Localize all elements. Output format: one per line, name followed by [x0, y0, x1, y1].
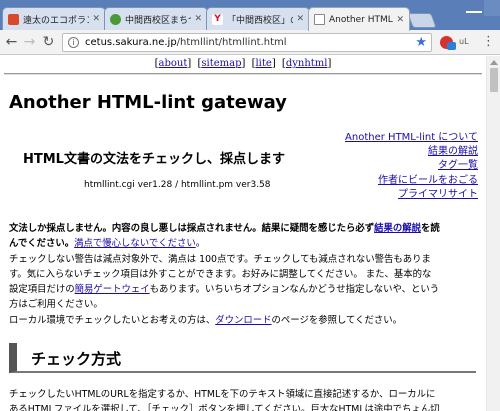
intro-text: す。気に入らないチェック項目は外すことができます。お好みに調整してください。 ま…: [9, 268, 432, 280]
link-primary-site[interactable]: プライマリサイト: [345, 188, 478, 202]
link-buy-beer[interactable]: 作者にビールをおごる: [345, 174, 478, 188]
extension-badge: [447, 42, 456, 50]
menu-icon[interactable]: ⋮: [482, 35, 495, 49]
site-favicon-icon: [8, 13, 19, 25]
bookmark-star-icon[interactable]: ★: [415, 34, 427, 51]
browser-tabstrip: 遠太のエコポランテ ✕ 中間西校区まちづ ✕ Y 「中間西校区」の検 ✕ Ano…: [0, 0, 500, 31]
url-host: cetus.sakura.ne.jp: [85, 37, 177, 48]
url-text[interactable]: cetus.sakura.ne.jp/htmllint/htmllint.htm…: [85, 36, 287, 50]
browser-tab[interactable]: 遠太のエコポランテ ✕: [2, 7, 106, 30]
url-path: /htmllint/htmllint.html: [176, 37, 287, 48]
extension-ul-icon[interactable]: uL: [459, 37, 469, 46]
tab-title: 中間西校区まちづ: [125, 15, 192, 26]
reload-icon[interactable]: ↻: [41, 35, 56, 50]
browser-tab-active[interactable]: Another HTML- ✕: [308, 7, 410, 31]
intro-text: 方はご利用ください。: [9, 299, 103, 311]
link-tag-list[interactable]: タグ一覧: [345, 159, 478, 173]
minimize-icon[interactable]: [466, 3, 482, 13]
tab-title: 「中間西校区」の検: [227, 15, 293, 26]
close-icon[interactable]: ✕: [396, 15, 404, 25]
intro-bold: んでください。: [9, 238, 75, 250]
new-tab-button[interactable]: [407, 13, 437, 28]
tab-title: Another HTML-: [329, 14, 394, 25]
nav-link-sitemap[interactable]: sitemap: [201, 58, 241, 69]
top-navigation: [about] [sitemap] [lite] [dynhtml]: [154, 58, 332, 69]
close-icon[interactable]: ✕: [92, 14, 100, 24]
divider: [4, 73, 482, 75]
forward-arrow-icon[interactable]: →: [22, 35, 37, 50]
vertical-scrollbar[interactable]: [486, 56, 500, 411]
back-arrow-icon[interactable]: ←: [4, 35, 19, 50]
scroll-up-arrow-icon[interactable]: [490, 60, 498, 65]
link-simple-gateway[interactable]: 簡易ゲートウェイ: [75, 284, 150, 295]
intro-bold: 文法しか採点しません。内容の良し悪しは採点されません。結果に疑問を感じたら必ず: [9, 223, 375, 234]
extension-icon[interactable]: [440, 36, 456, 50]
link-no-complacency[interactable]: 満点で慢心しないでください: [74, 238, 196, 249]
window-control-icon[interactable]: [484, 0, 500, 16]
nav-link-dynhtml[interactable]: dynhtml: [286, 58, 328, 69]
version-text: htmllint.cgi ver1.28 / htmllint.pm ver3.…: [84, 180, 271, 190]
body-text: あるHTMLファイルを選択して、［チェック］ボタンを押してください。巨大なHTM…: [9, 404, 440, 411]
catch-phrase: HTML文書の文法をチェックし、採点します: [23, 152, 285, 167]
section-heading-box: チェック方式: [9, 343, 476, 373]
link-download[interactable]: ダウンロード: [215, 315, 271, 326]
tab-title: 遠太のエコポランテ: [23, 15, 89, 26]
browser-toolbar: ← → ↻ i cetus.sakura.ne.jp/htmllint/html…: [0, 30, 500, 55]
nav-link-about[interactable]: about: [159, 58, 188, 69]
link-result-guide[interactable]: 結果の解説: [345, 145, 478, 159]
scrollbar-thumb[interactable]: [490, 68, 498, 92]
intro-bold: を読: [420, 223, 440, 234]
intro-text: チェックしない警告は減点対象外で、満点は 100点です。チェックしても減点されな…: [9, 253, 431, 265]
page-title: Another HTML-lint gateway: [9, 92, 287, 113]
link-result-guide-inline[interactable]: 結果の解説: [374, 223, 421, 234]
nav-link-lite[interactable]: lite: [255, 58, 271, 69]
yahoo-favicon-icon: Y: [212, 13, 223, 25]
site-favicon-icon: [110, 13, 121, 25]
address-bar[interactable]: i cetus.sakura.ne.jp/htmllint/htmllint.h…: [62, 33, 432, 52]
link-about-htmllint[interactable]: Another HTML-lint について: [345, 131, 478, 145]
intro-paragraph: 文法しか採点しません。内容の良し悪しは採点されません。結果に疑問を感じたら必ず結…: [9, 221, 483, 328]
body-text: チェックしたいHTMLのURLを指定するか、HTMLを下のテキスト領域に直接記述…: [9, 389, 436, 400]
page-favicon-icon: [314, 14, 325, 25]
page-content: [about] [sitemap] [lite] [dynhtml] Anoth…: [0, 56, 486, 411]
close-icon[interactable]: ✕: [296, 14, 304, 24]
browser-tab[interactable]: 中間西校区まちづ ✕: [104, 7, 208, 30]
side-links: Another HTML-lint について 結果の解説 タグ一覧 作者にビール…: [345, 131, 478, 202]
browser-tab[interactable]: Y 「中間西校区」の検 ✕: [206, 7, 310, 30]
close-icon[interactable]: ✕: [194, 14, 202, 24]
info-icon[interactable]: i: [68, 37, 79, 48]
section-title: チェック方式: [31, 350, 122, 368]
check-method-paragraph: チェックしたいHTMLのURLを指定するか、HTMLを下のテキスト領域に直接記述…: [9, 387, 483, 411]
